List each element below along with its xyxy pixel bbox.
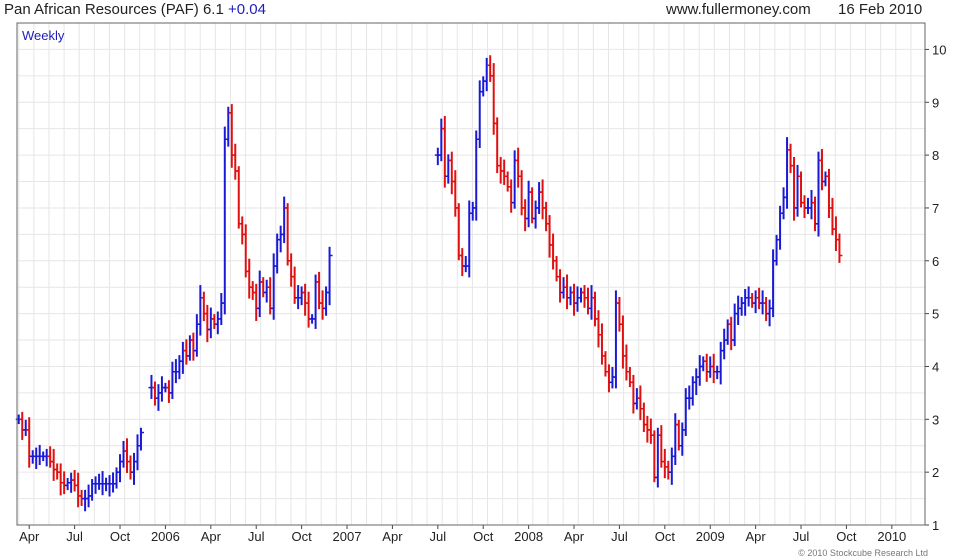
copyright-credit: © 2010 Stockcube Research Ltd xyxy=(798,548,928,558)
x-tick-label: 2006 xyxy=(151,529,180,544)
x-tick-label: Apr xyxy=(382,529,403,544)
period-label: Weekly xyxy=(22,28,65,43)
y-tick-label: 4 xyxy=(932,359,939,374)
x-tick-label: Jul xyxy=(248,529,265,544)
y-tick-label: 5 xyxy=(932,307,939,322)
x-tick-label: Oct xyxy=(110,529,131,544)
y-tick-label: 2 xyxy=(932,465,939,480)
x-tick-label: Jul xyxy=(66,529,83,544)
x-tick-label: Apr xyxy=(201,529,222,544)
x-tick-label: 2010 xyxy=(877,529,906,544)
price-chart: 1 2 3 4 5 6 7 8 9 10 Apr Jul Oct 2006 Apr Jul Oct 2007 Apr… xyxy=(15,22,946,544)
x-tick-label: Jul xyxy=(793,529,810,544)
y-tick-label: 1 xyxy=(932,518,939,533)
y-tick-label: 8 xyxy=(932,148,939,163)
x-tick-label: Apr xyxy=(746,529,767,544)
x-tick-label: Apr xyxy=(19,529,40,544)
y-tick-label: 10 xyxy=(932,42,946,57)
x-tick-label: Jul xyxy=(611,529,628,544)
y-tick-label: 7 xyxy=(932,201,939,216)
x-tick-label: 2009 xyxy=(696,529,725,544)
x-tick-label: Oct xyxy=(836,529,857,544)
x-tick-label: Oct xyxy=(473,529,494,544)
x-tick-label: 2008 xyxy=(514,529,543,544)
x-tick-label: 2007 xyxy=(333,529,362,544)
plot-area xyxy=(17,23,925,525)
y-tick-label: 6 xyxy=(932,254,939,269)
x-tick-label: Oct xyxy=(655,529,676,544)
x-tick-label: Jul xyxy=(430,529,447,544)
x-tick-label: Apr xyxy=(564,529,585,544)
x-tick-label: Oct xyxy=(292,529,313,544)
y-tick-label: 9 xyxy=(932,95,939,110)
y-tick-label: 3 xyxy=(932,412,939,427)
